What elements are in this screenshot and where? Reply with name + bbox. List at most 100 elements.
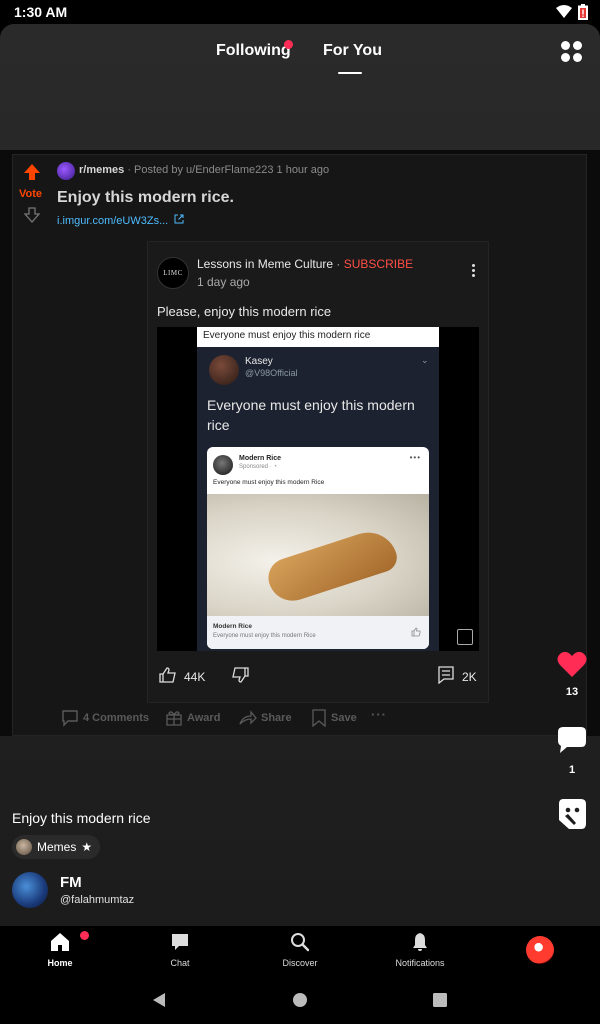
active-tab-indicator xyxy=(338,72,362,74)
external-link-icon xyxy=(174,214,184,224)
feed-tabs: Following For You xyxy=(0,24,600,84)
author-avatar[interactable] xyxy=(12,872,48,908)
award-label: Award xyxy=(187,712,221,724)
ad-text: Everyone must enjoy this modern Rice xyxy=(213,479,325,486)
embedded-youtube-post: LIMC Lessons in Meme Culture · SUBSCRIBE… xyxy=(147,241,489,703)
battery-icon xyxy=(578,4,588,20)
home-icon xyxy=(51,933,69,951)
dislike-icon xyxy=(232,667,249,683)
grid-menu-icon[interactable] xyxy=(561,41,583,63)
system-navigation xyxy=(0,976,600,1024)
recents-icon[interactable] xyxy=(432,992,448,1008)
meme-header-text: Everyone must enjoy this modern rice xyxy=(197,327,439,347)
separator-dot: · xyxy=(336,257,341,271)
post-media[interactable]: Vote r/memes · Posted by u/EnderFlame223… xyxy=(0,150,600,736)
author-handle[interactable]: @falahmumtaz xyxy=(60,894,134,906)
tab-for-you[interactable]: For You xyxy=(323,42,382,60)
channel-avatar: LIMC xyxy=(157,257,189,289)
youtube-caption: Please, enjoy this modern rice xyxy=(157,304,332,319)
bell-icon xyxy=(413,933,427,951)
nav-chat-label: Chat xyxy=(170,958,190,968)
community-chip[interactable]: Memes ★ xyxy=(12,835,101,859)
save-action: Save xyxy=(311,709,357,727)
profile-avatar xyxy=(526,936,554,964)
ad-avatar xyxy=(213,455,233,475)
like-count-rail: 13 xyxy=(565,686,579,698)
tweet-avatar xyxy=(209,355,239,385)
tweet-handle: @V98Official xyxy=(245,368,298,378)
more-actions-icon: ··· xyxy=(371,707,387,722)
channel-line: Lessons in Meme Culture · SUBSCRIBE xyxy=(197,257,413,271)
tweet-text: Everyone must enjoy this modern rice xyxy=(207,397,415,433)
tab-following[interactable]: Following xyxy=(216,42,291,60)
wooden-spoon xyxy=(263,524,401,608)
comments-action: 4 Comments xyxy=(61,709,149,727)
posted-by: · Posted by u/EnderFlame223 1 hour ago xyxy=(127,164,330,176)
ad-title: Modern Rice xyxy=(239,455,282,462)
share-ghost-icon xyxy=(559,799,586,829)
bookmark-icon xyxy=(312,709,326,727)
upvote-arrow-icon xyxy=(24,164,40,180)
home-notification-dot xyxy=(80,931,89,940)
subreddit-name: r/memes xyxy=(79,164,125,176)
youtube-actions: 44K 2K xyxy=(157,662,479,692)
thumbs-up-icon xyxy=(411,627,421,637)
author-name[interactable]: FM xyxy=(60,874,82,891)
nav-home[interactable]: Home xyxy=(10,926,110,976)
post-link: i.imgur.com/eUW3Zs... xyxy=(57,214,184,227)
subscribe-link: SUBSCRIBE xyxy=(343,257,414,271)
post-link-text: i.imgur.com/eUW3Zs... xyxy=(57,215,169,227)
post-caption: Enjoy this modern rice xyxy=(12,810,151,826)
ad-footer-title: Modern Rice xyxy=(213,623,253,630)
meme-image: Everyone must enjoy this modern rice Kas… xyxy=(157,327,479,651)
nav-profile[interactable] xyxy=(490,926,590,976)
nav-notifications[interactable]: Notifications xyxy=(370,926,470,976)
sponsored-ad-card: Modern Rice Sponsored · ◔ ••• Everyone m… xyxy=(207,447,429,649)
reddit-post-title: Enjoy this modern rice. xyxy=(57,189,234,206)
back-icon[interactable] xyxy=(151,992,167,1008)
home-circle-icon[interactable] xyxy=(292,992,308,1008)
channel-post-time: 1 day ago xyxy=(197,275,250,289)
share-button[interactable] xyxy=(557,798,587,835)
ad-sponsored: Sponsored · ◔ xyxy=(239,464,277,470)
star-icon: ★ xyxy=(81,840,93,854)
community-avatar xyxy=(16,839,32,855)
like-button[interactable]: 13 xyxy=(557,650,587,698)
nav-notifications-label: Notifications xyxy=(395,958,445,968)
award-icon xyxy=(166,711,182,726)
more-options-icon xyxy=(472,264,476,278)
bottom-navigation: Home Chat Discover Notifications xyxy=(0,926,600,976)
nav-chat[interactable]: Chat xyxy=(130,926,230,976)
heart-icon xyxy=(557,651,587,677)
share-arrow-icon xyxy=(239,710,257,725)
comment-count-rail: 1 xyxy=(568,764,576,776)
comment-button[interactable]: 1 xyxy=(557,726,587,776)
post-meta: r/memes · Posted by u/EnderFlame223 1 ho… xyxy=(79,164,329,176)
chat-icon xyxy=(172,934,188,950)
ad-footer-subtitle: Everyone must enjoy this modern Rice xyxy=(213,633,316,639)
like-count: 44K xyxy=(184,670,206,684)
share-action: Share xyxy=(239,709,292,727)
comment-icon xyxy=(438,666,454,684)
tweet-name: Kasey xyxy=(245,356,273,367)
comment-count: 2K xyxy=(462,670,477,684)
subreddit-avatar xyxy=(57,162,75,180)
ad-footer: Modern Rice Everyone must enjoy this mod… xyxy=(207,616,429,649)
following-notification-dot xyxy=(284,40,293,49)
award-action: Award xyxy=(165,709,220,727)
like-icon xyxy=(159,667,176,683)
rice-photo xyxy=(207,494,429,616)
status-bar: 1:30 AM xyxy=(0,0,600,24)
search-icon xyxy=(291,933,310,952)
ad-more-icon: ••• xyxy=(409,453,421,462)
image-icon xyxy=(457,629,473,645)
wifi-icon xyxy=(556,5,572,18)
nav-discover-label: Discover xyxy=(282,958,318,968)
chevron-down-icon: ⌄ xyxy=(421,355,429,365)
status-time: 1:30 AM xyxy=(14,4,68,20)
save-label: Save xyxy=(331,712,357,724)
vote-label: Vote xyxy=(19,188,43,200)
downvote-arrow-icon xyxy=(24,207,40,223)
nav-discover[interactable]: Discover xyxy=(250,926,350,976)
nav-home-label: Home xyxy=(47,958,73,968)
